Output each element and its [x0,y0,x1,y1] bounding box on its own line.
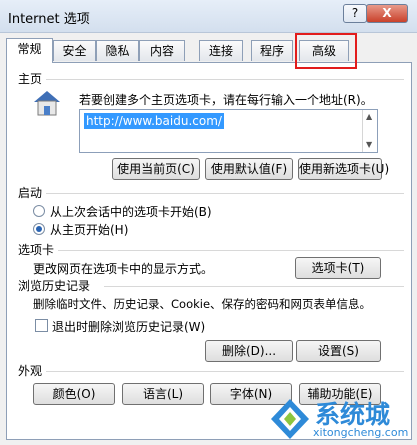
startup-home-label: 从主页开始(H) [50,223,129,237]
startup-home-radio[interactable] [33,223,45,235]
watermark-url: xitongcheng.com [313,426,409,439]
tabs-section-divider [58,250,404,251]
delete-on-exit-label: 退出时删除浏览历史记录(W) [52,320,206,334]
url-scrollbar[interactable]: ▲ ▼ [362,110,377,152]
window-title: Internet 选项 [8,12,90,27]
home-page-url-input[interactable]: http://www.baidu.com/ ▲ ▼ [79,109,378,153]
tab-content[interactable]: 内容 [139,40,185,61]
appearance-divider [46,371,404,372]
history-heading: 浏览历史记录 [18,279,91,293]
house-icon [34,91,60,116]
startup-divider [46,193,404,194]
delete-history-button[interactable]: 删除(D)... [205,340,293,362]
home-heading: 主页 [18,72,43,86]
advanced-tab-highlight-box [295,33,357,69]
home-divider [46,79,404,80]
appearance-heading: 外观 [18,364,43,378]
history-description: 删除临时文件、历史记录、Cookie、保存的密码和网页表单信息。 [33,297,372,311]
tabs-section-description: 更改网页在选项卡中的显示方式。 [33,262,214,276]
startup-last-session-radio[interactable] [33,205,45,217]
history-divider [104,286,404,287]
languages-button[interactable]: 语言(L) [122,383,204,405]
tab-security[interactable]: 安全 [53,40,96,61]
use-default-button[interactable]: 使用默认值(F) [205,158,293,180]
watermark-logo-icon [271,399,309,439]
tab-general[interactable]: 常规 [6,38,53,63]
tab-privacy[interactable]: 隐私 [96,40,139,61]
watermark: 系统城 xitongcheng.com [265,395,415,443]
close-button[interactable]: X [366,4,408,23]
delete-on-exit-checkbox[interactable] [35,319,48,332]
startup-last-session-label: 从上次会话中的选项卡开始(B) [50,205,212,219]
tab-programs[interactable]: 程序 [251,40,293,61]
tab-settings-button[interactable]: 选项卡(T) [295,257,381,279]
tab-connections[interactable]: 连接 [199,40,243,61]
use-current-button[interactable]: 使用当前页(C) [112,158,200,180]
history-settings-button[interactable]: 设置(S) [296,340,381,362]
startup-heading: 启动 [18,186,43,200]
home-description: 若要创建多个主页选项卡，请在每行输入一个地址(R)。 [79,93,373,107]
use-new-tab-button[interactable]: 使用新选项卡(U) [298,158,389,180]
colors-button[interactable]: 颜色(O) [33,383,115,405]
tabs-section-heading: 选项卡 [18,243,55,257]
title-bar: Internet 选项 ? X [0,0,417,33]
help-button[interactable]: ? [343,4,367,23]
home-page-url-value: http://www.baidu.com/ [84,113,224,129]
